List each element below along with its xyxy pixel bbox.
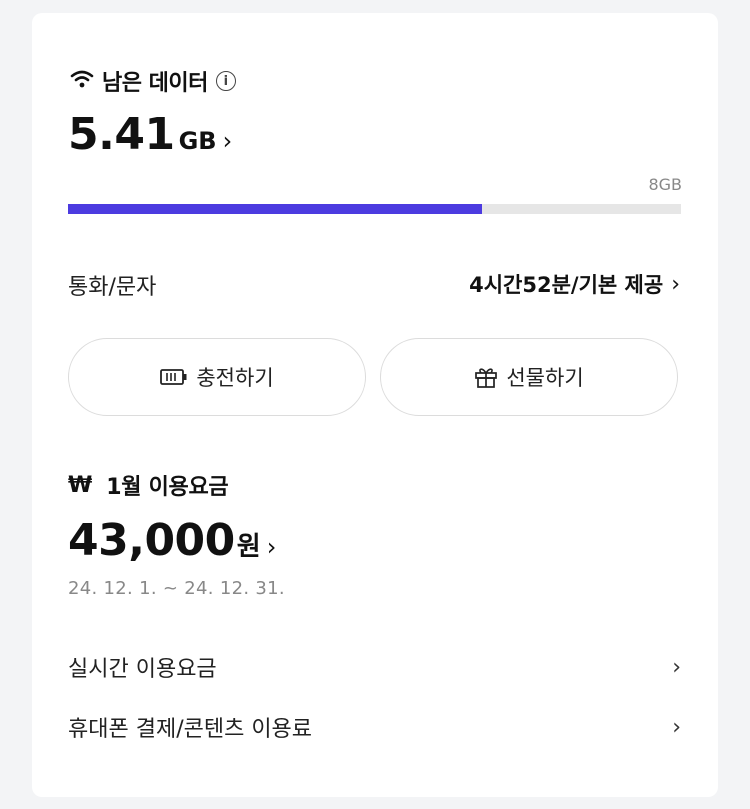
remaining-data[interactable]: 5.41 GB › <box>68 109 232 160</box>
billing-header: ₩ 1월 이용요금 <box>68 469 229 501</box>
call-text-value[interactable]: 4시간52분/기본 제공 › <box>469 269 680 299</box>
charge-button[interactable]: 충전하기 <box>68 338 366 416</box>
charge-button-label: 충전하기 <box>196 366 274 390</box>
battery-icon <box>160 368 188 386</box>
realtime-fee-label: 실시간 이용요금 <box>68 657 217 682</box>
total-data-label: 8GB <box>648 175 682 194</box>
payment-content-fee-label: 휴대폰 결제/콘텐츠 이용료 <box>68 717 313 742</box>
data-usage-bar-fill <box>68 204 483 214</box>
gift-button[interactable]: 선물하기 <box>380 338 678 416</box>
data-title: 남은 데이터 <box>102 71 208 96</box>
billing-title: 1월 이용요금 <box>106 475 229 500</box>
info-icon[interactable]: i <box>215 71 236 91</box>
chevron-right-icon: › <box>266 533 277 561</box>
chevron-right-icon: › <box>672 714 681 740</box>
realtime-fee-link[interactable]: 실시간 이용요금 › <box>68 651 681 683</box>
billing-amount-value: 43,000 <box>68 515 235 566</box>
billing-amount[interactable]: 43,000 원 › <box>68 515 276 566</box>
chevron-right-icon: › <box>222 127 233 155</box>
call-text-value-text: 4시간52분/기본 제공 <box>469 273 664 297</box>
gift-icon <box>474 365 498 389</box>
billing-period: 24. 12. 1. ~ 24. 12. 31. <box>68 578 285 599</box>
remaining-data-value: 5.41 <box>68 109 175 160</box>
wifi-icon <box>70 69 94 93</box>
chevron-right-icon: › <box>671 271 680 297</box>
payment-content-fee-link[interactable]: 휴대폰 결제/콘텐츠 이용료 › <box>68 711 681 743</box>
won-icon: ₩ <box>68 472 93 498</box>
chevron-right-icon: › <box>672 654 681 680</box>
gift-button-label: 선물하기 <box>506 366 584 390</box>
remaining-data-unit: GB <box>178 127 217 155</box>
billing-amount-unit: 원 <box>236 532 261 562</box>
call-text-label: 통화/문자 <box>68 275 157 300</box>
usage-card: 남은 데이터 i 5.41 GB › 8GB 통화/문자 4시간52분/기본 제… <box>32 13 718 797</box>
data-usage-bar <box>68 204 681 214</box>
data-header: 남은 데이터 i <box>70 65 236 97</box>
